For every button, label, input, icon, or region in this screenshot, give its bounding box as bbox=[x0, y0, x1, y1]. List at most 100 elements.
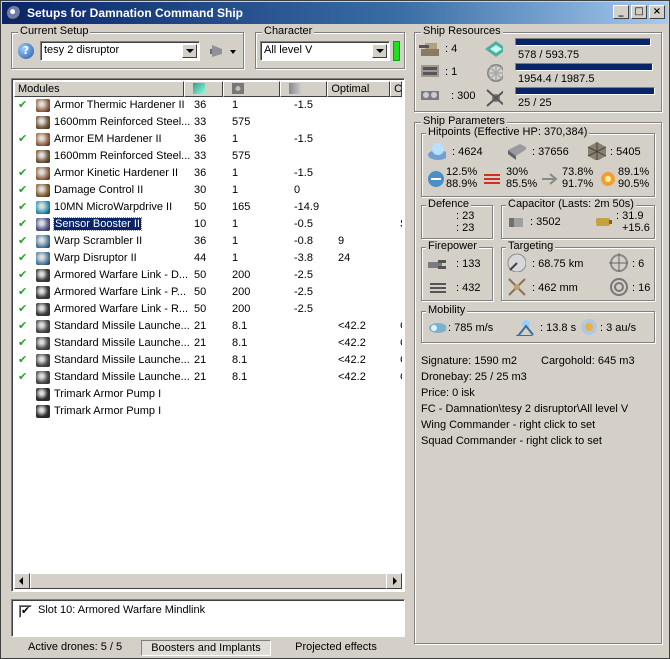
module-name: Armored Warfare Link - D... bbox=[54, 269, 189, 281]
module-active-check-icon[interactable]: ✔ bbox=[18, 370, 27, 383]
fleet-commander[interactable]: FC - Damnation\tesy 2 disruptor\All leve… bbox=[421, 403, 628, 415]
hitpoints-group: Hitpoints (Effective HP: 370,384) : 4624… bbox=[421, 126, 655, 197]
wing-commander[interactable]: Wing Commander - right click to set bbox=[421, 419, 595, 431]
module-row[interactable]: ✔ 10MN MicroWarpdrive II 50 165 -14.9 bbox=[14, 199, 402, 216]
module-row[interactable]: ✔ Sensor Booster II 10 1 -0.5 S bbox=[14, 216, 402, 233]
module-row[interactable]: ✔ Warp Disruptor II 44 1 -3.8 24 bbox=[14, 250, 402, 267]
module-row[interactable]: ✔ Damage Control II 30 1 0 bbox=[14, 182, 402, 199]
maximize-button[interactable]: □ bbox=[631, 5, 647, 19]
module-name: Standard Missile Launche... bbox=[54, 371, 190, 383]
column-optimal[interactable]: Optimal bbox=[327, 81, 391, 97]
module-active-check-icon[interactable]: ✔ bbox=[18, 285, 27, 298]
module-c1: 50 bbox=[194, 286, 207, 298]
column-falloff[interactable]: O bbox=[390, 81, 402, 97]
module-c2: 8.1 bbox=[232, 320, 248, 332]
column-capacitor[interactable] bbox=[280, 81, 328, 97]
module-row[interactable]: ✔ Warp Scrambler II 36 1 -0.8 9 bbox=[14, 233, 402, 250]
column-powergrid[interactable] bbox=[223, 81, 281, 97]
kinetic-resist-icon bbox=[542, 173, 558, 185]
module-c3: -1.5 bbox=[294, 133, 313, 145]
targeting-title: Targeting bbox=[506, 240, 556, 252]
module-active-check-icon[interactable]: ✔ bbox=[18, 200, 27, 213]
module-c5: G bbox=[400, 320, 402, 332]
module-row[interactable]: 1600mm Reinforced Steel... 33 575 bbox=[14, 114, 402, 131]
squad-commander[interactable]: Squad Commander - right click to set bbox=[421, 435, 602, 447]
module-row[interactable]: ✔ Armored Warfare Link - P... 50 200 -2.5 bbox=[14, 284, 402, 301]
window-title: Setups for Damnation Command Ship bbox=[27, 6, 244, 20]
close-button[interactable]: × bbox=[649, 5, 665, 19]
module-c2: 1 bbox=[232, 167, 239, 179]
missile-launcher-icon bbox=[36, 320, 50, 333]
velocity-value: : 785 m/s bbox=[448, 322, 494, 334]
module-row[interactable]: ✔ Armor EM Hardener II 36 1 -1.5 bbox=[14, 131, 402, 148]
scroll-left-button[interactable] bbox=[14, 573, 30, 589]
module-row[interactable]: 1600mm Reinforced Steel... 33 575 bbox=[14, 148, 402, 165]
turret-slot-icon bbox=[419, 43, 439, 56]
scan-resolution-icon bbox=[508, 278, 526, 296]
horizontal-scrollbar[interactable] bbox=[14, 573, 402, 589]
module-active-check-icon[interactable]: ✔ bbox=[18, 217, 27, 230]
minimize-button[interactable]: _ bbox=[613, 5, 629, 19]
em-resist-icon bbox=[428, 171, 444, 187]
module-active-check-icon[interactable]: ✔ bbox=[18, 234, 27, 247]
module-row[interactable]: Trimark Armor Pump I bbox=[14, 403, 402, 420]
module-active-check-icon[interactable]: ✔ bbox=[18, 353, 27, 366]
module-row[interactable]: ✔ Armored Warfare Link - D... 50 200 -2.5 bbox=[14, 267, 402, 284]
thermal-armor-resist: 85.5% bbox=[506, 178, 538, 190]
module-name: 10MN MicroWarpdrive II bbox=[54, 201, 173, 213]
module-active-check-icon[interactable]: ✔ bbox=[18, 268, 27, 281]
scroll-thumb[interactable] bbox=[30, 573, 392, 589]
module-active-check-icon[interactable]: ✔ bbox=[18, 166, 27, 179]
help-icon[interactable]: ? bbox=[18, 43, 34, 59]
capacitor-title: Capacitor (Lasts: 2m 50s) bbox=[506, 198, 636, 210]
module-c2: 200 bbox=[232, 303, 251, 315]
em-armor-resist: 88.9% bbox=[446, 178, 478, 190]
module-active-check-icon[interactable]: ✔ bbox=[18, 132, 27, 145]
scroll-right-button[interactable] bbox=[386, 573, 402, 589]
sensor-strength-icon bbox=[610, 278, 628, 296]
booster-list[interactable]: Slot 10: Armored Warfare Mindlink bbox=[11, 599, 405, 637]
module-active-check-icon[interactable]: ✔ bbox=[18, 183, 27, 196]
microwarpdrive-icon bbox=[36, 201, 50, 214]
chevron-down-icon[interactable] bbox=[372, 44, 387, 58]
column-cpu[interactable] bbox=[184, 81, 224, 97]
mindlink-checkbox[interactable] bbox=[19, 604, 32, 618]
setup-select[interactable]: tesy 2 disruptor bbox=[40, 41, 200, 61]
module-active-check-icon[interactable]: ✔ bbox=[18, 302, 27, 315]
boosters-implants-tab[interactable]: Boosters and Implants bbox=[141, 640, 271, 656]
price-value: Price: 0 isk bbox=[421, 387, 475, 399]
module-row[interactable]: ✔ Standard Missile Launche... 21 8.1 <42.2 G bbox=[14, 352, 402, 369]
defence-group: Defence : 23 : 23 bbox=[421, 198, 493, 239]
ship-menu-icon[interactable] bbox=[208, 43, 238, 59]
module-active-check-icon[interactable]: ✔ bbox=[18, 336, 27, 349]
module-row[interactable]: ✔ Standard Missile Launche... 21 8.1 <42.2 G bbox=[14, 369, 402, 386]
module-row[interactable]: Trimark Armor Pump I bbox=[14, 386, 402, 403]
module-row[interactable]: ✔ Armor Kinetic Hardener II 36 1 -1.5 bbox=[14, 165, 402, 182]
module-c1: 36 bbox=[194, 133, 207, 145]
warp-speed-icon bbox=[581, 319, 597, 335]
module-row[interactable]: ✔ Standard Missile Launche... 21 8.1 <42.2 G bbox=[14, 318, 402, 335]
module-row[interactable]: ✔ Armor Thermic Hardener II 36 1 -1.5 bbox=[14, 97, 402, 114]
modules-list[interactable]: Modules Optimal O ✔ Armor Thermic Hardene… bbox=[11, 78, 405, 592]
module-row[interactable]: ✔ Armored Warfare Link - R... 50 200 -2.5 bbox=[14, 301, 402, 318]
module-rows: ✔ Armor Thermic Hardener II 36 1 -1.5 1600mm … bbox=[14, 97, 402, 573]
column-modules[interactable]: Modules bbox=[14, 81, 185, 97]
module-c2: 1 bbox=[232, 133, 239, 145]
module-c2: 165 bbox=[232, 201, 251, 213]
module-c2: 200 bbox=[232, 286, 251, 298]
active-drones-tab[interactable]: Active drones: 5 / 5 bbox=[11, 640, 141, 656]
sensor-strength: : 16 bbox=[632, 282, 651, 294]
module-c4: <42.2 bbox=[338, 320, 366, 332]
module-c2: 8.1 bbox=[232, 354, 248, 366]
module-c4: 24 bbox=[338, 252, 351, 264]
projected-effects-tab[interactable]: Projected effects bbox=[271, 640, 401, 656]
module-c1: 30 bbox=[194, 184, 207, 196]
chevron-down-icon[interactable] bbox=[182, 44, 197, 58]
title-bar[interactable]: Setups for Damnation Command Ship _ □ × bbox=[2, 2, 668, 24]
module-active-check-icon[interactable]: ✔ bbox=[18, 98, 27, 111]
character-select[interactable]: All level V bbox=[260, 41, 390, 61]
armor-hp: : 37656 bbox=[532, 146, 569, 158]
module-row[interactable]: ✔ Standard Missile Launche... 21 8.1 <42.2 G bbox=[14, 335, 402, 352]
module-active-check-icon[interactable]: ✔ bbox=[18, 319, 27, 332]
module-active-check-icon[interactable]: ✔ bbox=[18, 251, 27, 264]
